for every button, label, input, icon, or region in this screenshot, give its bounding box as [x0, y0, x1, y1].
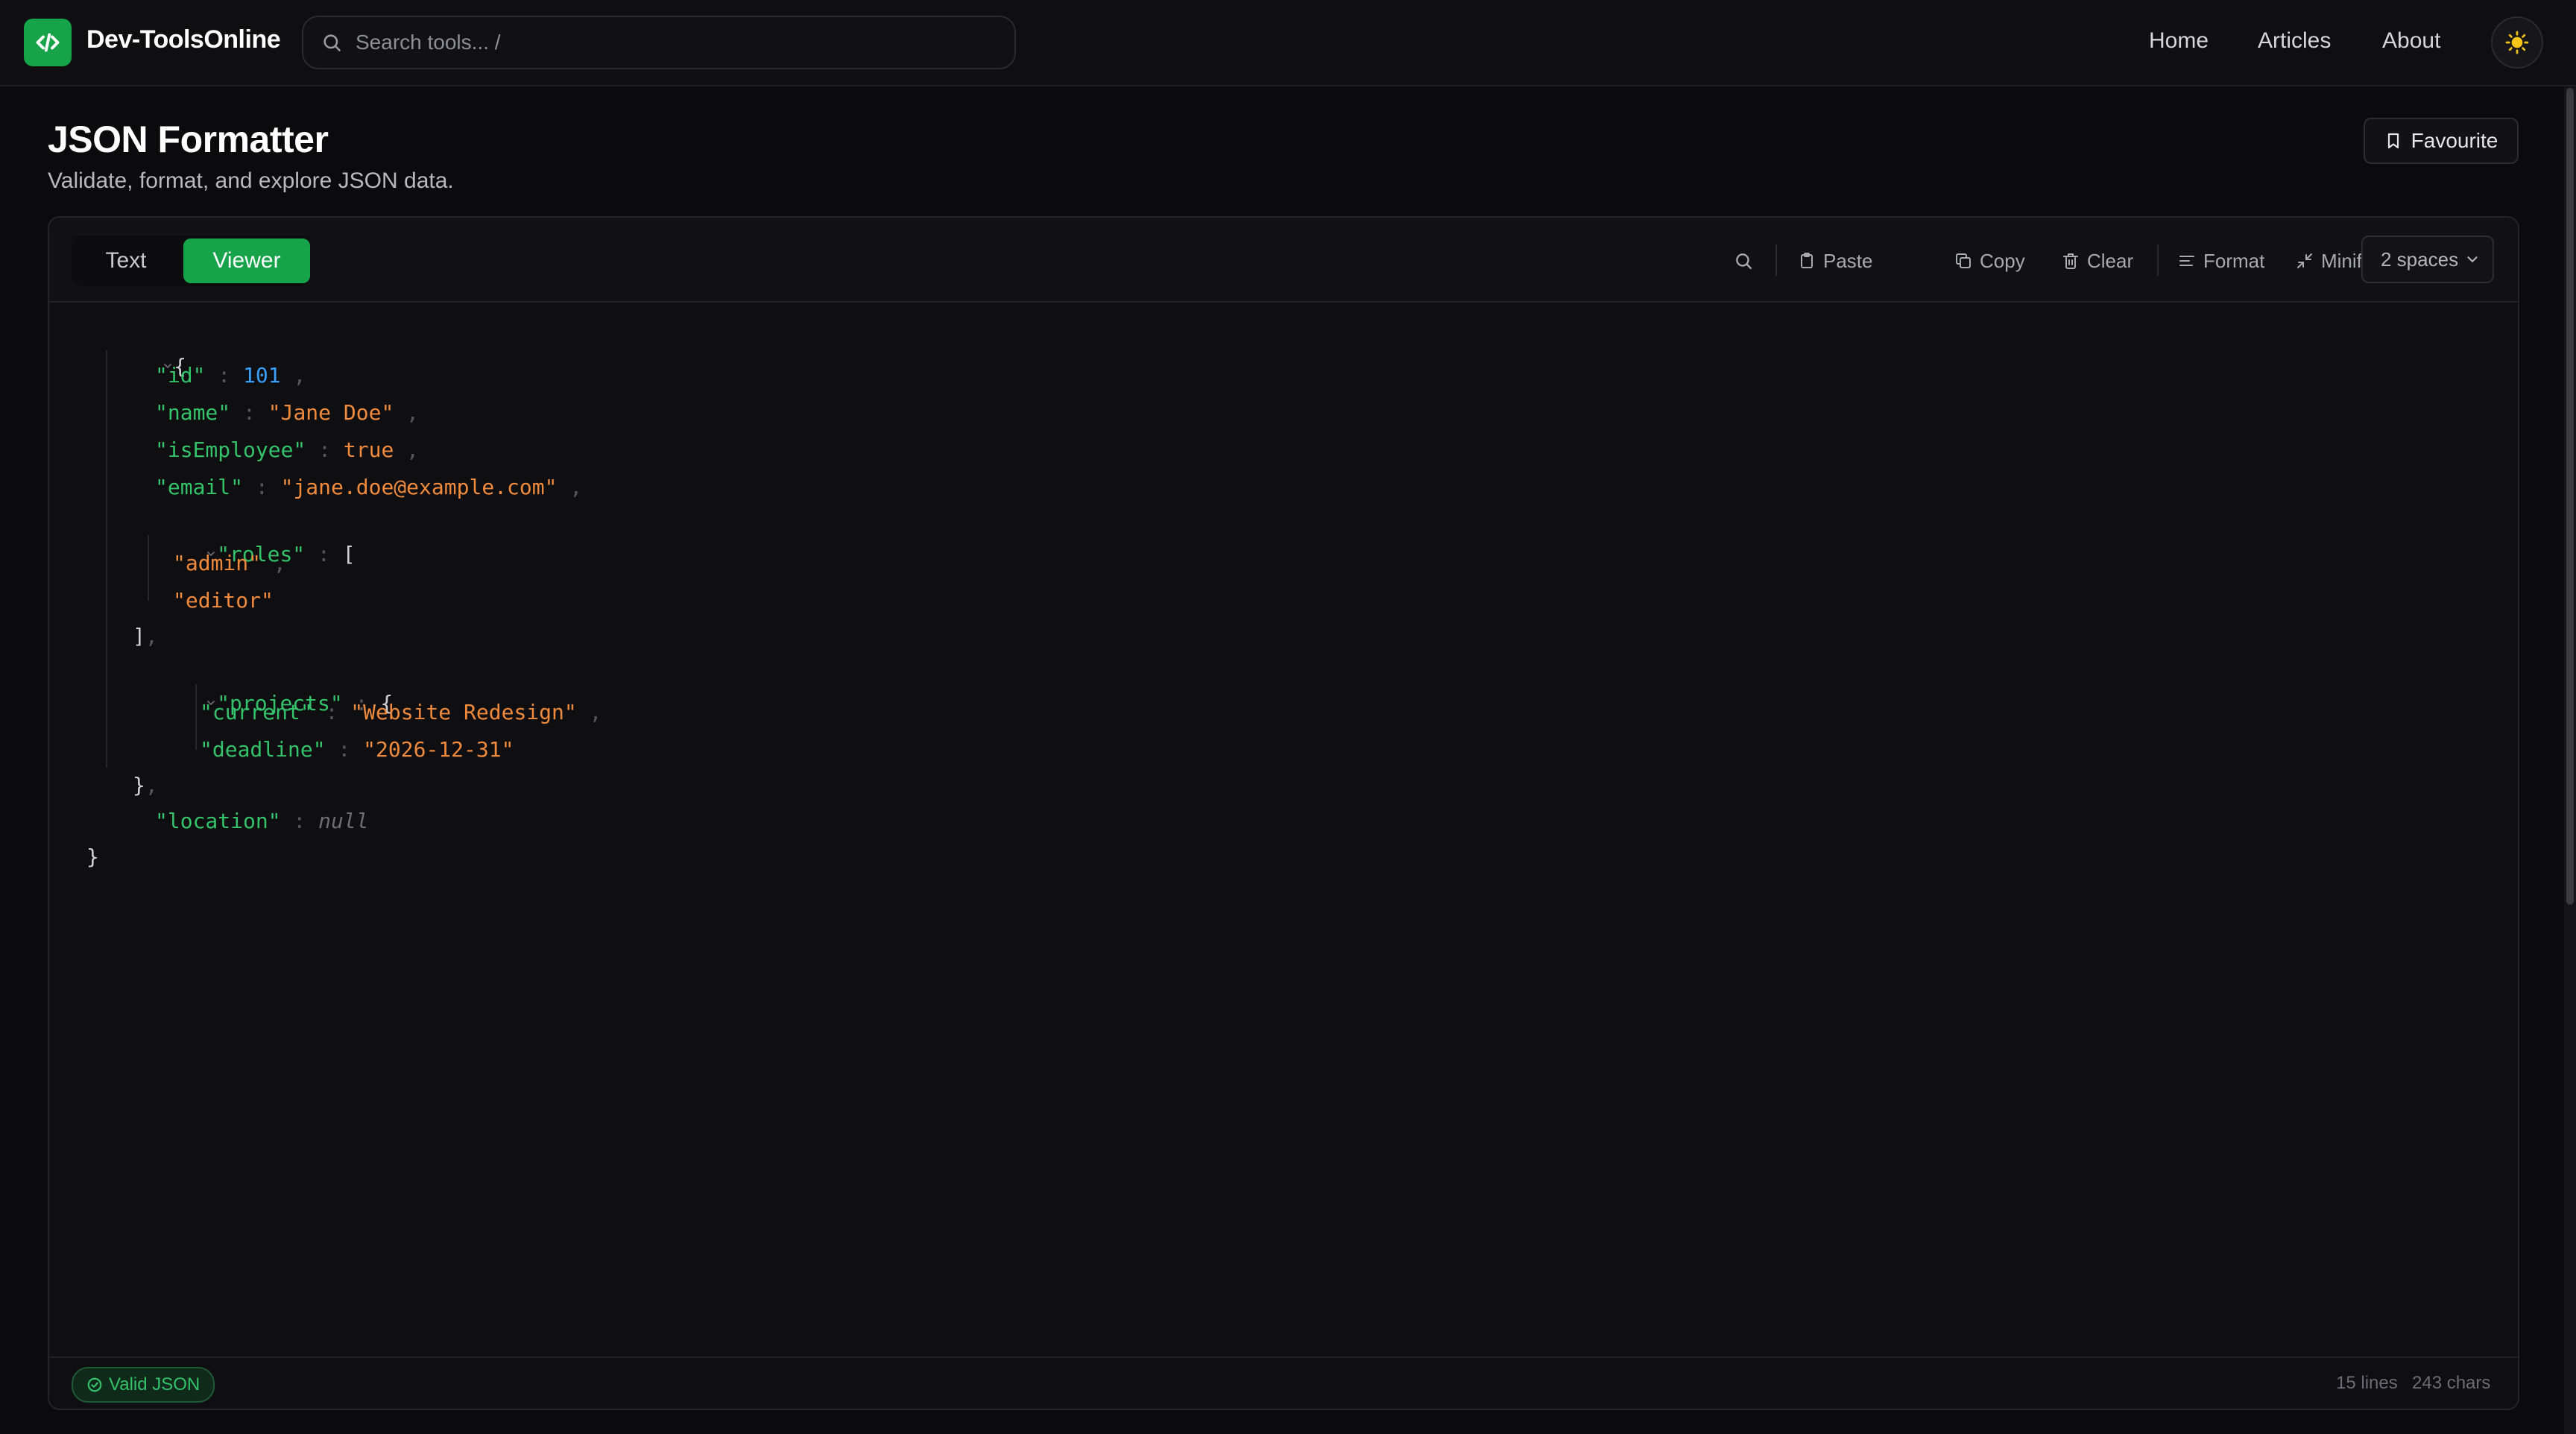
sun-icon — [2505, 31, 2529, 54]
top-navigation: Dev-ToolsOnline Home Articles About — [0, 0, 2576, 86]
toolbar-divider — [2157, 244, 2159, 276]
json-string-value[interactable]: "2026-12-31" — [363, 737, 514, 762]
copy-label: Copy — [1980, 249, 2025, 272]
check-circle-icon — [87, 1377, 102, 1392]
search-json-button[interactable] — [1734, 246, 1753, 276]
clipboard-icon — [1801, 253, 1813, 268]
copy-button[interactable]: Copy — [1954, 246, 2025, 276]
editor-toolbar: Text Viewer Paste Copy Clear Format Mini… — [49, 218, 2518, 303]
json-brace: } — [86, 844, 99, 869]
format-button[interactable]: Format — [2178, 246, 2264, 276]
clear-label: Clear — [2087, 249, 2134, 272]
json-boolean-value[interactable]: true — [344, 438, 394, 462]
json-key: "location" — [155, 809, 281, 833]
tree-line: "name" : "Jane Doe" , — [155, 400, 420, 425]
json-number-value[interactable]: 101 — [243, 363, 281, 388]
tab-text[interactable]: Text — [75, 239, 177, 283]
logo[interactable] — [24, 19, 72, 66]
indent-select[interactable]: 2 spaces — [2361, 236, 2494, 283]
tree-line: "roles" : [ — [130, 510, 356, 566]
trash-icon — [2063, 253, 2078, 269]
tree-line: "location" : null — [155, 809, 369, 833]
clear-button[interactable]: Clear — [2062, 246, 2133, 276]
copy-icon — [1956, 253, 1971, 268]
json-string-value[interactable]: "editor" — [173, 588, 274, 613]
favourite-label: Favourite — [2411, 129, 2498, 152]
json-brace: } — [133, 773, 145, 797]
tree-line: }, — [133, 773, 158, 797]
tree-line: { — [86, 322, 186, 379]
valid-json-badge: Valid JSON — [72, 1367, 215, 1403]
json-string-value[interactable]: "jane.doe@example.com" — [281, 475, 558, 499]
json-tree-viewer: { "id" : 101 , "name" : "Jane Doe" , "is… — [49, 303, 2518, 1316]
nav-articles[interactable]: Articles — [2258, 28, 2331, 54]
nav-home[interactable]: Home — [2149, 28, 2209, 54]
tree-line: "id" : 101 , — [155, 363, 306, 388]
tab-viewer[interactable]: Viewer — [183, 239, 310, 283]
search-input[interactable] — [354, 30, 953, 55]
json-string-value[interactable]: "Website Redesign" — [350, 700, 576, 724]
align-left-icon — [2179, 256, 2194, 266]
json-null-value[interactable]: null — [318, 809, 368, 833]
json-key: "email" — [155, 475, 244, 499]
valid-json-label: Valid JSON — [109, 1374, 201, 1394]
tree-line: "email" : "jane.doe@example.com" , — [155, 475, 583, 499]
tree-line: "deadline" : "2026-12-31" — [200, 737, 514, 762]
tree-line: "admin" , — [173, 551, 286, 575]
bookmark-icon — [2387, 133, 2399, 149]
tree-line: "projects" : { — [130, 659, 393, 716]
json-key: "isEmployee" — [155, 438, 306, 462]
editor-panel: Text Viewer Paste Copy Clear Format Mini… — [48, 216, 2519, 1410]
json-string-value[interactable]: "Jane Doe" — [268, 400, 394, 425]
tree-line: ], — [133, 624, 158, 648]
json-bracket: [ — [342, 542, 356, 566]
line-count: 15 lines — [2336, 1373, 2398, 1393]
json-key: "name" — [155, 400, 231, 425]
theme-toggle-button[interactable] — [2491, 16, 2543, 69]
favourite-button[interactable]: Favourite — [2364, 118, 2519, 164]
code-icon — [36, 33, 60, 52]
tree-line: "editor" — [173, 586, 274, 616]
chevron-down-icon — [2467, 256, 2478, 262]
indent-guide — [106, 350, 107, 768]
scrollbar-thumb[interactable] — [2566, 88, 2574, 905]
paste-label: Paste — [1823, 249, 1873, 272]
minify-button[interactable]: Minify — [2296, 246, 2372, 276]
json-key: "current" — [200, 700, 313, 724]
json-bracket: ] — [133, 624, 145, 648]
search-icon — [321, 32, 342, 53]
json-string-value[interactable]: "admin" — [173, 551, 261, 575]
tree-line: } — [86, 842, 99, 872]
format-label: Format — [2203, 249, 2265, 272]
nav-about[interactable]: About — [2382, 28, 2440, 54]
minimize-icon — [2297, 253, 2312, 268]
page-subtitle: Validate, format, and explore JSON data. — [48, 168, 454, 193]
paste-button[interactable]: Paste — [1798, 246, 1873, 276]
tree-line: "current" : "Website Redesign" , — [200, 700, 602, 724]
json-key: "deadline" — [200, 737, 326, 762]
json-key: "id" — [155, 363, 206, 388]
char-count: 243 chars — [2412, 1373, 2491, 1393]
status-bar: Valid JSON 15 lines 243 chars — [49, 1356, 2518, 1409]
toolbar-divider — [1775, 244, 1777, 276]
view-mode-switch: Text Viewer — [72, 236, 310, 286]
indent-value: 2 spaces — [2381, 247, 2459, 271]
page-title: JSON Formatter — [48, 119, 329, 160]
tree-line: "isEmployee" : true , — [155, 438, 420, 462]
search-icon — [1736, 253, 1752, 269]
search-box[interactable] — [302, 16, 1016, 69]
brand-name[interactable]: Dev-ToolsOnline — [86, 25, 281, 54]
page-scrollbar[interactable] — [2564, 86, 2576, 1434]
